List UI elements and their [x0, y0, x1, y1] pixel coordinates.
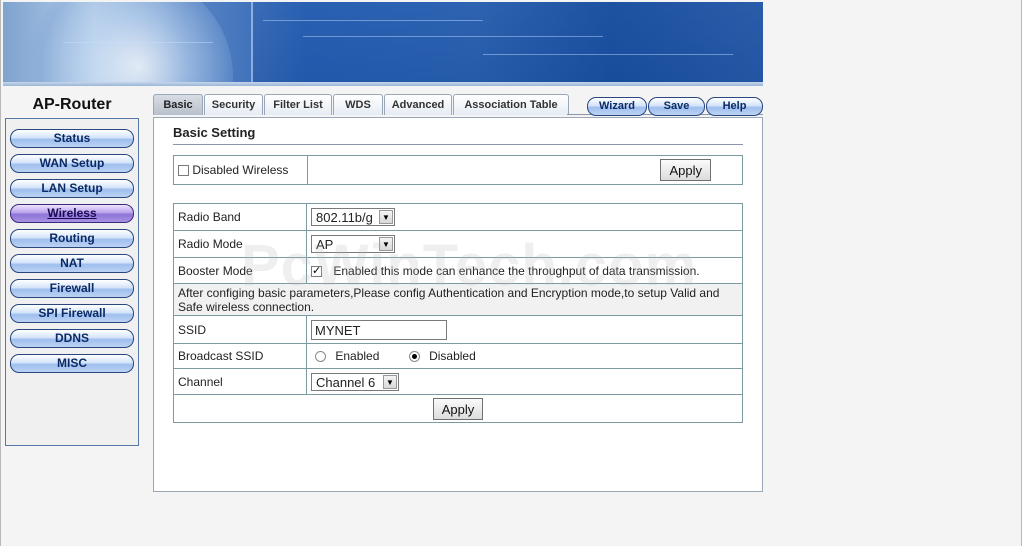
broadcast-enabled-radio[interactable]: [315, 351, 326, 363]
booster-mode-checkbox[interactable]: [311, 264, 322, 277]
banner-line: [63, 42, 213, 43]
channel-cell: Channel 6 ▼: [306, 368, 743, 395]
config-note: After configing basic parameters,Please …: [173, 283, 743, 316]
radio-band-cell: 802.11b/g ▼: [306, 203, 743, 231]
broadcast-disabled-label: Disabled: [429, 349, 476, 363]
chevron-down-icon: ▼: [379, 210, 393, 224]
booster-mode-text: Enabled this mode can enhance the throug…: [333, 263, 700, 278]
radio-mode-select[interactable]: AP ▼: [311, 235, 395, 253]
section-divider: [173, 144, 743, 145]
wizard-button[interactable]: Wizard: [587, 97, 647, 116]
sidebar-item-status[interactable]: Status: [10, 129, 134, 148]
help-button[interactable]: Help: [706, 97, 763, 116]
header-banner: [3, 2, 763, 82]
sidebar-item-ddns[interactable]: DDNS: [10, 329, 134, 348]
chevron-down-icon: ▼: [383, 374, 397, 389]
save-button[interactable]: Save: [648, 97, 705, 116]
apply-disable-wireless-button[interactable]: Apply: [660, 159, 711, 181]
sidebar-item-misc[interactable]: MISC: [10, 354, 134, 373]
sidebar: Status WAN Setup LAN Setup Wireless Rout…: [5, 118, 139, 446]
chevron-down-icon: ▼: [379, 237, 393, 251]
sidebar-item-nat[interactable]: NAT: [10, 254, 134, 273]
apply-button[interactable]: Apply: [432, 397, 484, 420]
banner-strip: [3, 82, 763, 86]
sidebar-item-spi-firewall[interactable]: SPI Firewall: [10, 304, 134, 323]
page-frame: AP-Router Status WAN Setup LAN Setup Wir…: [0, 0, 1022, 546]
disable-wireless-checkbox[interactable]: [178, 165, 189, 177]
ssid-cell: MYNET: [306, 315, 743, 344]
banner-line: [483, 54, 733, 55]
booster-mode-cell: Enabled this mode can enhance the throug…: [306, 257, 743, 284]
broadcast-enabled-label: Enabled: [335, 349, 380, 363]
radio-band-label: Radio Band: [173, 203, 307, 231]
sidebar-item-wan-setup[interactable]: WAN Setup: [10, 154, 134, 173]
channel-select[interactable]: Channel 6 ▼: [311, 372, 399, 391]
apply-cell: Apply: [173, 394, 743, 423]
disable-wireless-apply-cell: Apply: [307, 155, 743, 185]
radio-band-value: 802.11b/g: [316, 210, 373, 225]
radio-mode-cell: AP ▼: [306, 230, 743, 258]
tab-basic[interactable]: Basic: [153, 94, 203, 115]
radio-band-select[interactable]: 802.11b/g ▼: [311, 208, 395, 226]
ssid-input[interactable]: MYNET: [311, 319, 447, 340]
banner-line: [263, 20, 483, 21]
sidebar-item-routing[interactable]: Routing: [10, 229, 134, 248]
ssid-label: SSID: [173, 315, 307, 344]
broadcast-ssid-label: Broadcast SSID: [173, 343, 307, 369]
tab-wds[interactable]: WDS: [333, 94, 383, 115]
disable-wireless-cell: Disabled Wireless: [173, 155, 308, 185]
wireless-form-table: Radio Band 802.11b/g ▼ Radio Mode AP ▼ B…: [173, 203, 743, 423]
radio-mode-label: Radio Mode: [173, 230, 307, 258]
channel-value: Channel 6: [316, 374, 376, 390]
brand-title: AP-Router: [32, 96, 112, 113]
radio-mode-value: AP: [316, 237, 334, 252]
sidebar-item-firewall[interactable]: Firewall: [10, 279, 134, 298]
tab-filter-list[interactable]: Filter List: [264, 94, 332, 115]
booster-mode-label: Booster Mode: [173, 257, 307, 284]
sidebar-item-wireless[interactable]: Wireless: [10, 204, 134, 223]
channel-label: Channel: [173, 368, 307, 395]
tab-association-table[interactable]: Association Table: [453, 94, 569, 115]
broadcast-disabled-radio[interactable]: [408, 351, 420, 363]
tab-security[interactable]: Security: [204, 94, 263, 115]
disable-wireless-label: Disabled Wireless: [192, 163, 289, 177]
disable-wireless-table: Disabled Wireless Apply: [173, 155, 743, 185]
banner-panel: [251, 2, 763, 82]
section-title: Basic Setting: [173, 125, 256, 140]
banner-line: [303, 36, 603, 37]
broadcast-ssid-cell: Enabled Disabled: [306, 343, 743, 369]
sidebar-item-lan-setup[interactable]: LAN Setup: [10, 179, 134, 198]
tab-advanced[interactable]: Advanced: [384, 94, 452, 115]
